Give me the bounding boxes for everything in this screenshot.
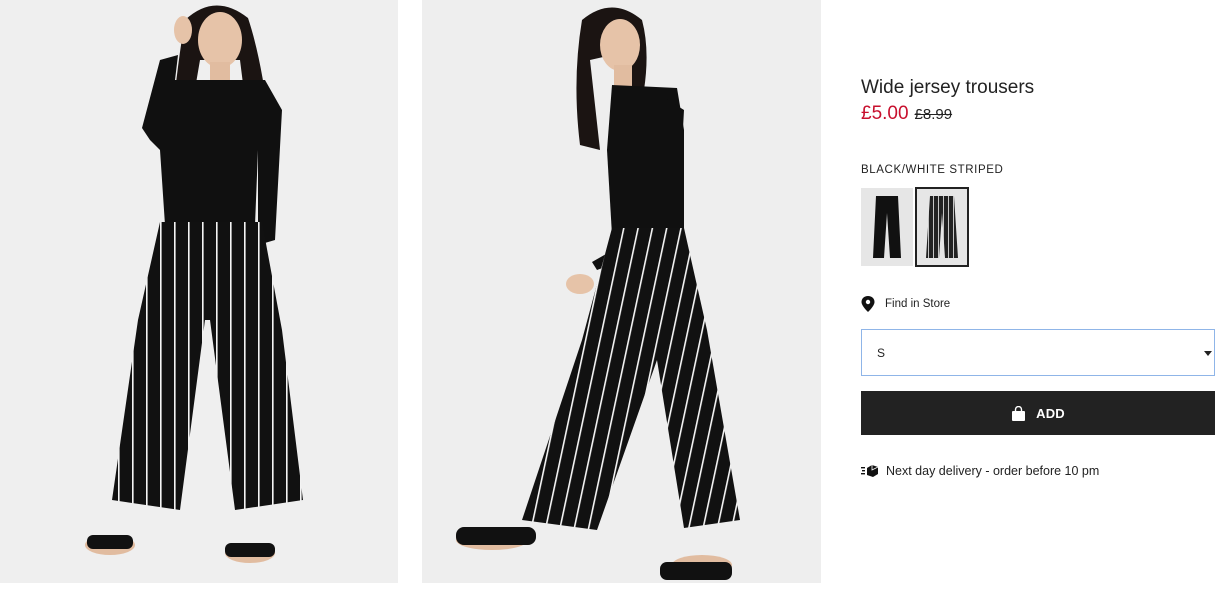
pin-icon (861, 296, 875, 312)
color-swatches (861, 187, 969, 267)
add-to-bag-button[interactable]: ADD (861, 391, 1215, 435)
product-title: Wide jersey trousers (861, 77, 1035, 98)
size-select[interactable]: S (861, 329, 1215, 376)
delivery-text: Next day delivery - order before 10 pm (886, 464, 1100, 478)
delivery-truck-icon (861, 465, 879, 477)
chevron-down-icon (1204, 351, 1212, 356)
delivery-info: Next day delivery - order before 10 pm (861, 464, 1099, 478)
product-info-panel: Wide jersey trousers £5.00 £8.99 BLACK/W… (861, 0, 1215, 589)
shopping-bag-icon (1012, 405, 1026, 421)
add-button-label: ADD (1036, 405, 1065, 421)
product-image-front[interactable] (0, 0, 398, 583)
find-in-store-label: Find in Store (885, 298, 951, 310)
product-image-side[interactable] (422, 0, 821, 583)
sale-price: £5.00 (861, 103, 909, 124)
swatch-black[interactable] (861, 188, 913, 266)
find-in-store-link[interactable]: Find in Store (861, 296, 950, 312)
selected-color-label: BLACK/WHITE STRIPED (861, 164, 1004, 176)
original-price: £8.99 (914, 106, 953, 123)
price-row: £5.00 £8.99 (861, 103, 952, 125)
size-selected-value: S (877, 345, 886, 360)
swatch-black-white-striped[interactable] (915, 187, 969, 267)
